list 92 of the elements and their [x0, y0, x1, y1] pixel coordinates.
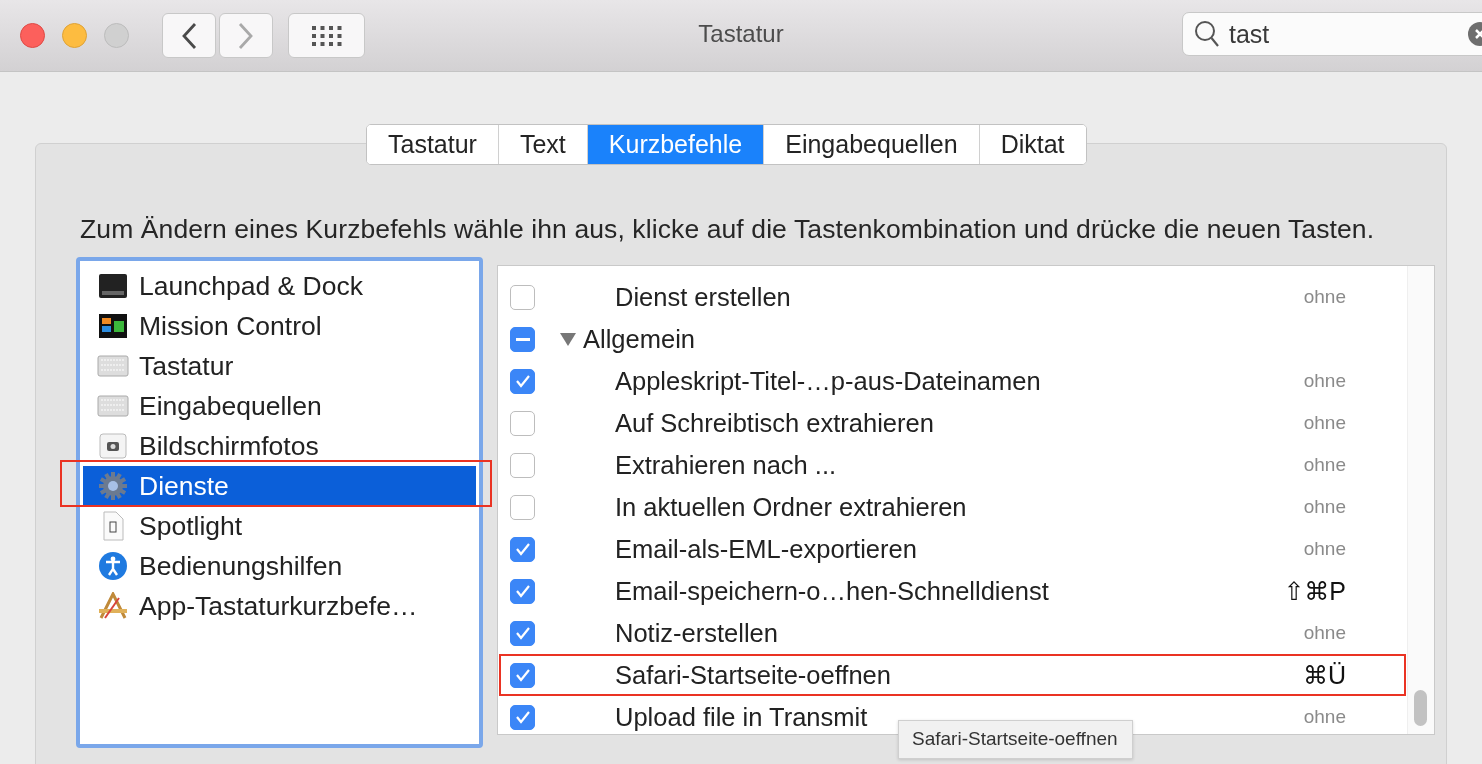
accessibility-icon — [98, 551, 128, 581]
shortcut-keys: ⇧⌘P — [1283, 576, 1346, 606]
checkmark-icon — [514, 374, 531, 388]
shortcut-keys: ⌘Ü — [1302, 660, 1346, 690]
category-label: Mission Control — [139, 310, 322, 342]
group-name: Allgemein — [583, 324, 695, 354]
category-item[interactable]: App-Tastaturkurzbefe… — [83, 586, 476, 626]
category-label: Eingabequellen — [139, 390, 322, 422]
windows-icon — [98, 313, 128, 339]
shortcut-name: Safari-Startseite-oeffnen — [615, 660, 891, 690]
category-item[interactable]: Dienste — [83, 466, 476, 506]
shortcut-row[interactable]: Notiz-erstellen ohne — [498, 612, 1406, 654]
shortcut-keys: ohne — [1303, 412, 1346, 434]
instructions-text: Zum Ändern eines Kurzbefehls wähle ihn aus, klicke auf die Tastenkombination und drücke die neuen Tasten. — [80, 214, 1376, 245]
keyboard-icon — [97, 395, 129, 417]
checkbox[interactable] — [510, 494, 535, 520]
checkbox[interactable] — [510, 578, 535, 604]
shortcut-keys: ohne — [1303, 538, 1346, 560]
shortcut-name: Dienst erstellen — [615, 282, 791, 312]
shortcut-row[interactable]: Email-speichern-o…hen-Schnelldienst ⇧⌘P — [498, 570, 1406, 612]
category-list[interactable]: Launchpad & Dock Mission Control Tastatur Eingabequellen Bildschirmfotos Dienste Spotlight Bedienungshilfen App-Tastaturkurzbefe… — [76, 257, 483, 748]
checkmark-icon — [514, 584, 531, 598]
category-item[interactable]: Eingabequellen — [83, 386, 476, 426]
category-label: Tastatur — [139, 350, 234, 382]
category-item[interactable]: Bedienungshilfen — [83, 546, 476, 586]
shortcut-name: Upload file in Transmit — [615, 702, 868, 732]
shortcut-keys: ohne — [1303, 622, 1346, 644]
category-label: Bedienungshilfen — [139, 550, 343, 582]
shortcut-name: In aktuellen Ordner extrahieren — [615, 492, 967, 522]
show-all-button[interactable] — [288, 13, 365, 58]
category-label: App-Tastaturkurzbefe… — [139, 590, 418, 622]
window-title: Tastatur — [698, 20, 784, 48]
disclosure-triangle-icon[interactable] — [559, 331, 577, 347]
category-label: Bildschirmfotos — [139, 430, 319, 462]
checkmark-icon — [514, 668, 531, 682]
category-item[interactable]: Bildschirmfotos — [83, 426, 476, 466]
checkbox[interactable] — [510, 368, 535, 394]
gear-icon — [98, 471, 128, 501]
shortcut-name: Auf Schreibtisch extrahieren — [615, 408, 934, 438]
checkbox[interactable] — [510, 536, 535, 562]
tab[interactable]: Diktat — [978, 125, 1086, 164]
shortcut-keys: ohne — [1303, 496, 1346, 518]
shortcut-row[interactable]: In aktuellen Ordner extrahieren ohne — [498, 486, 1406, 528]
search-field[interactable]: tast — [1182, 12, 1482, 56]
checkbox[interactable] — [510, 662, 535, 688]
camera-icon — [98, 432, 128, 460]
shortcut-row[interactable]: Email-als-EML-exportieren ohne — [498, 528, 1406, 570]
back-button[interactable] — [162, 13, 216, 58]
checkmark-icon — [514, 626, 531, 640]
dash-icon — [515, 337, 530, 341]
checkbox[interactable] — [510, 620, 535, 646]
shortcut-name: Email-speichern-o…hen-Schnelldienst — [615, 576, 1049, 606]
category-label: Spotlight — [139, 510, 243, 542]
group-row[interactable]: Allgemein — [498, 318, 1406, 360]
checkmark-icon — [514, 710, 531, 724]
shortcut-row[interactable]: Extrahieren nach ... ohne — [498, 444, 1406, 486]
category-item[interactable]: Tastatur — [83, 346, 476, 386]
grid-icon — [311, 25, 342, 46]
close-button[interactable] — [20, 23, 45, 48]
shortcut-row[interactable]: Dienst erstellen ohne — [498, 276, 1406, 318]
chevron-left-icon — [180, 21, 198, 50]
category-label: Dienste — [139, 470, 229, 502]
category-item[interactable]: Spotlight — [83, 506, 476, 546]
shortcut-row[interactable]: Safari-Startseite-oeffnen ⌘Ü — [498, 654, 1406, 696]
tooltip: Safari-Startseite-oeffnen — [898, 720, 1133, 759]
dock-icon — [98, 273, 128, 299]
shortcut-row[interactable]: Appleskript-Titel-…p-aus-Dateinamen ohne — [498, 360, 1406, 402]
shortcut-keys: ohne — [1303, 286, 1346, 308]
category-item[interactable]: Mission Control — [83, 306, 476, 346]
shortcut-name: Extrahieren nach ... — [615, 450, 837, 480]
search-icon — [1194, 20, 1220, 48]
document-icon — [101, 511, 125, 541]
checkbox[interactable] — [510, 452, 535, 478]
chevron-right-icon — [237, 21, 255, 50]
checkbox[interactable] — [510, 326, 535, 352]
checkbox[interactable] — [510, 284, 535, 310]
checkmark-icon — [514, 542, 531, 556]
category-label: Launchpad & Dock — [139, 270, 363, 302]
tab[interactable]: Kurzbefehle — [586, 125, 764, 164]
shortcut-keys: ohne — [1303, 370, 1346, 392]
checkbox[interactable] — [510, 410, 535, 436]
tools-icon — [97, 592, 129, 620]
shortcut-keys: ohne — [1303, 706, 1346, 728]
shortcut-name: Email-als-EML-exportieren — [615, 534, 917, 564]
shortcut-name: Notiz-erstellen — [615, 618, 778, 648]
shortcut-row[interactable]: Auf Schreibtisch extrahieren ohne — [498, 402, 1406, 444]
category-item[interactable]: Launchpad & Dock — [83, 266, 476, 306]
shortcut-keys: ohne — [1303, 454, 1346, 476]
keyboard-icon — [97, 355, 129, 377]
checkbox[interactable] — [510, 704, 535, 730]
shortcut-name: Appleskript-Titel-…p-aus-Dateinamen — [615, 366, 1041, 396]
scroll-thumb[interactable] — [1414, 690, 1427, 726]
